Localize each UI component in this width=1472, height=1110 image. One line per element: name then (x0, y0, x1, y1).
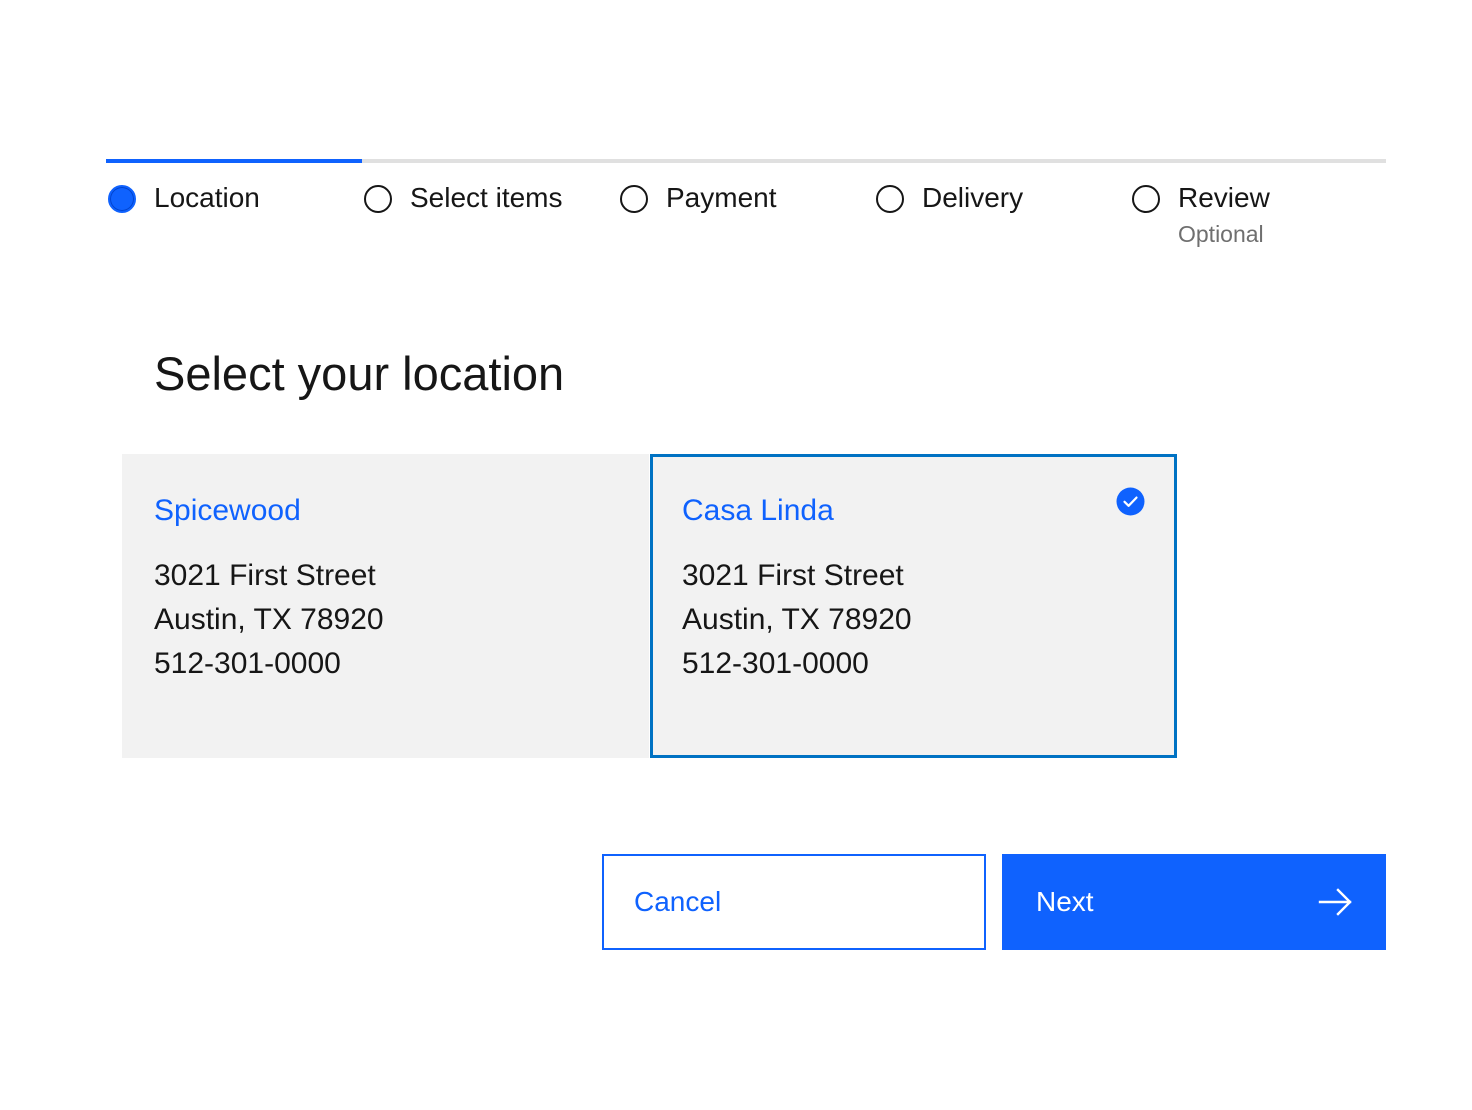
progress-step-bar (1130, 159, 1386, 163)
cancel-button-label: Cancel (634, 886, 722, 917)
next-button[interactable]: Next (1002, 854, 1386, 950)
location-city: Austin, TX 78920 (682, 603, 912, 636)
progress-step-label: Review (1178, 182, 1270, 213)
progress-step-review[interactable]: Review Optional (1130, 159, 1386, 259)
progress-step-delivery[interactable]: Delivery (874, 159, 1130, 259)
progress-step-label: Delivery (922, 182, 1024, 213)
location-street: 3021 First Street (682, 559, 904, 592)
progress-step-bar (618, 159, 874, 163)
location-tile-casa-linda[interactable]: Casa Linda 3021 First Street Austin, TX … (650, 454, 1177, 758)
progress-step-payment[interactable]: Payment (618, 159, 874, 259)
progress-indicator: Location Select items Payment Delivery R… (106, 159, 1386, 259)
progress-step-bar (106, 159, 362, 163)
progress-step-label: Select items (410, 182, 563, 213)
location-tile-spicewood[interactable]: Spicewood 3021 First Street Austin, TX 7… (122, 454, 649, 758)
location-details: 3021 First Street Austin, TX 78920 512-3… (154, 554, 384, 686)
location-tile-group: Spicewood 3021 First Street Austin, TX 7… (122, 454, 1177, 758)
location-phone: 512-301-0000 (154, 647, 341, 680)
progress-step-label: Payment (666, 182, 777, 213)
page-title: Select your location (154, 347, 565, 400)
cancel-button[interactable]: Cancel (602, 854, 986, 950)
incomplete-step-icon (876, 185, 904, 213)
checkmark-filled-icon (1116, 487, 1145, 516)
location-city: Austin, TX 78920 (154, 603, 384, 636)
progress-step-optional-label: Optional (1178, 221, 1264, 247)
location-details: 3021 First Street Austin, TX 78920 512-3… (682, 554, 912, 686)
progress-step-bar (362, 159, 618, 163)
progress-step-label: Location (154, 182, 260, 213)
next-button-label: Next (1036, 886, 1094, 917)
incomplete-step-icon (620, 185, 648, 213)
progress-step-select-items[interactable]: Select items (362, 159, 618, 259)
incomplete-step-icon (364, 185, 392, 213)
incomplete-step-icon (1132, 185, 1160, 213)
location-name: Casa Linda (682, 494, 834, 527)
current-step-icon (108, 185, 136, 213)
location-phone: 512-301-0000 (682, 647, 869, 680)
progress-step-bar (874, 159, 1130, 163)
location-name: Spicewood (154, 494, 301, 527)
progress-step-location[interactable]: Location (106, 159, 362, 259)
location-street: 3021 First Street (154, 559, 376, 592)
arrow-right-icon (1318, 888, 1352, 916)
